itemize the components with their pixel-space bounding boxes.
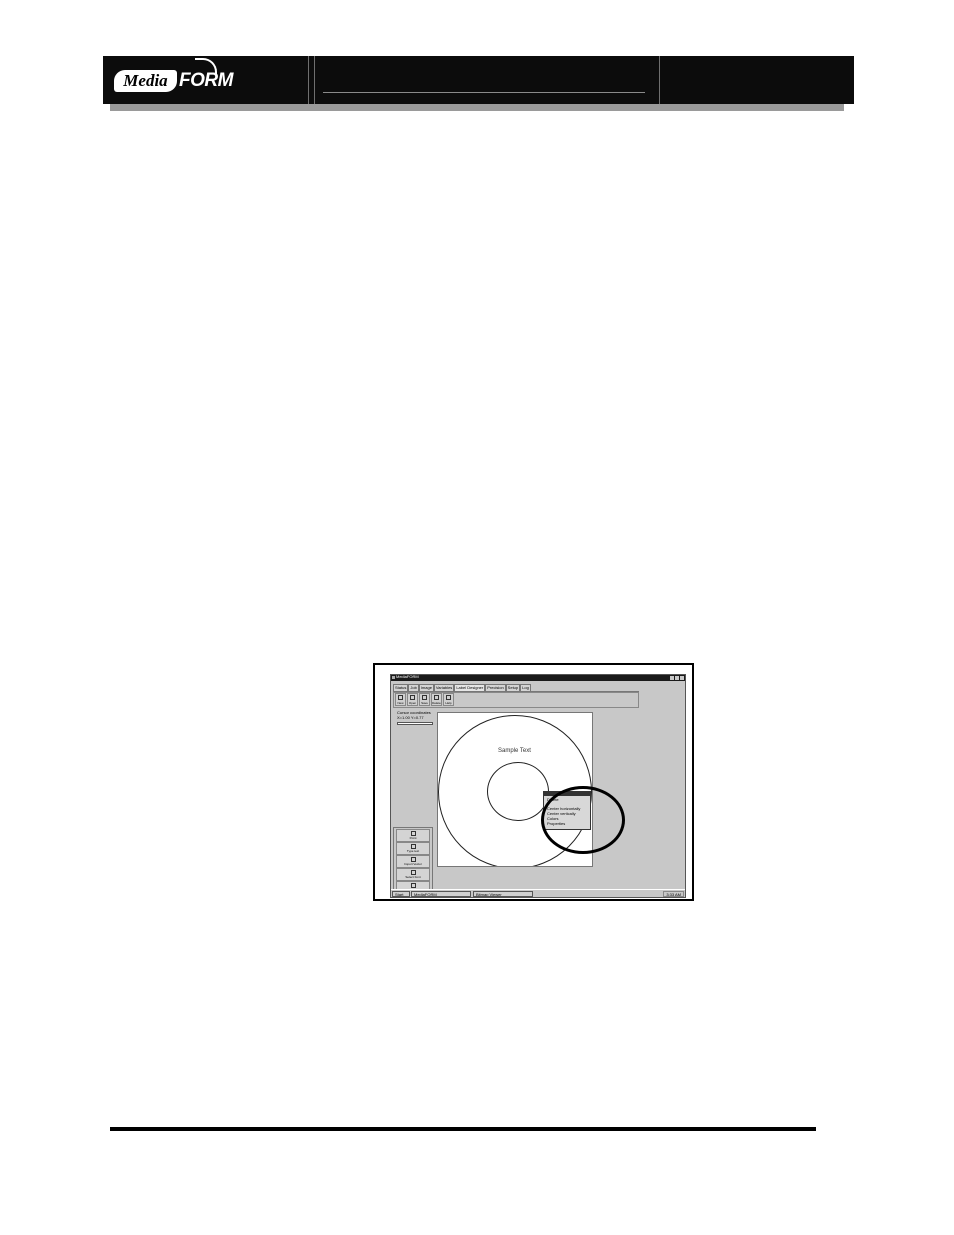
disc-inner-circle [487,762,549,821]
save-button[interactable]: Save [419,693,430,706]
tab-label-designer[interactable]: Label Designer [454,684,486,691]
tab-setup[interactable]: Setup [505,684,521,691]
new-icon [398,695,403,700]
screenshot-figure: MediaFORM Status Job Image Variables Lab… [373,663,694,901]
open-label: Open [408,701,417,705]
taskbar-item-bitmap-viewer[interactable]: Bitmap Viewer [473,891,533,897]
delete-icon [434,695,439,700]
tab-status[interactable]: Status [393,684,409,691]
logo-form-text: FORM [179,70,233,91]
taskbar-item-mediaform[interactable]: MediaFORM [411,891,471,897]
tool-select-font[interactable]: Select Font [396,868,430,881]
header-divider [659,56,660,104]
delete-label: Delete [432,701,441,705]
window-titlebar: MediaFORM [391,674,685,681]
header-title-underline [323,92,645,93]
cursor-coordinates: Cursor coordinates X=1.00 Y=0.77 [397,710,431,720]
tab-precision[interactable]: Precision [485,684,506,691]
logo-media-text: Media [114,70,177,92]
tool-import-vector-label: Import Vector [404,862,422,866]
new-button[interactable]: New [395,693,406,706]
app-window: MediaFORM Status Job Image Variables Lab… [390,674,686,898]
tool-select-font-label: Select Font [405,875,421,879]
open-button[interactable]: Open [407,693,418,706]
header-divider [314,56,315,104]
delete-button[interactable]: Delete [431,693,442,706]
toolbar: New Open Save Delete Help [395,693,454,706]
sample-text-object[interactable]: Sample Text [498,748,531,754]
tab-variables[interactable]: Variables [433,684,455,691]
tab-job[interactable]: Job [408,684,419,691]
header-divider [308,56,309,104]
coords-value: X=1.00 Y=0.77 [397,715,424,720]
window-controls [670,676,684,680]
taskbar: Start MediaFORM Bitmap Viewer 3:33 AM [391,889,685,897]
highlight-circle [541,786,625,854]
save-label: Save [421,701,428,705]
mediaform-logo: Media FORM [103,56,308,104]
open-icon [410,695,415,700]
start-button[interactable]: Start [392,891,410,897]
help-button[interactable]: Help [443,693,454,706]
tool-palette: Point Type text Import Vector Select Fon… [393,827,433,894]
header-shadow [110,104,844,111]
help-icon [446,695,451,700]
footer-rule [110,1127,816,1131]
tool-import-vector[interactable]: Import Vector [396,855,430,868]
save-icon [422,695,427,700]
tab-log[interactable]: Log [520,684,531,691]
maximize-icon[interactable] [675,676,679,680]
header-bar: Media FORM [103,56,854,104]
close-icon[interactable] [680,676,684,680]
tool-point[interactable]: Point [396,829,430,842]
coords-field [397,722,433,725]
tool-point-label: Point [409,836,417,840]
app-icon [392,676,395,679]
tool-type-text-label: Type text [406,849,420,853]
window-title: MediaFORM [396,674,419,679]
help-label: Help [445,701,452,705]
tab-strip: Status Job Image Variables Label Designe… [393,684,531,691]
tool-type-text[interactable]: Type text [396,842,430,855]
taskbar-clock: 3:33 AM [663,891,684,897]
new-label: New [397,701,404,705]
tab-image[interactable]: Image [418,684,434,691]
minimize-icon[interactable] [670,676,674,680]
